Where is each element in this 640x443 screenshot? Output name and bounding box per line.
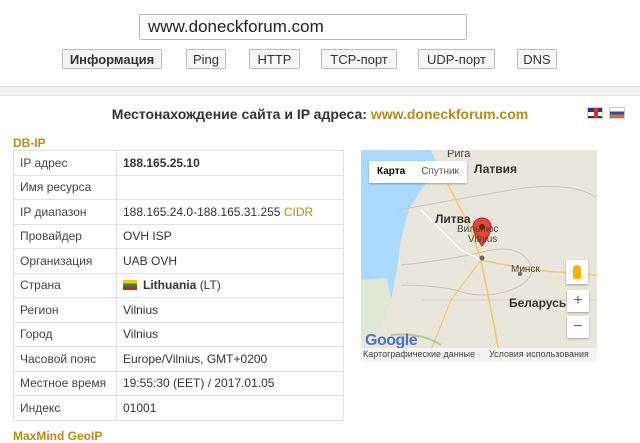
tab-info[interactable]: Информация	[62, 49, 162, 69]
region-value: Vilnius	[116, 297, 344, 323]
table-row: Имя ресурса	[13, 174, 344, 200]
table-row: Часовой пояс Europe/Vilnius, GMT+0200	[13, 346, 344, 372]
row-key: Провайдер	[13, 223, 117, 249]
tab-udp-port[interactable]: UDP-порт	[418, 49, 495, 69]
map-type-switch: Карта Спутник	[369, 161, 467, 183]
top-bar: Информация Ping HTTP TCP-порт UDP-порт D…	[0, 0, 640, 87]
ip-range-cell: 188.165.24.0-188.165.31.255 CIDR	[116, 199, 344, 225]
country-cell: Lithuania (LT)	[116, 272, 344, 298]
map-terms-link[interactable]: Условия использования	[489, 349, 589, 359]
table-row: IP адрес 188.165.25.10	[13, 150, 344, 176]
table-row: Город Vilnius	[13, 321, 344, 347]
row-key: Регион	[13, 297, 117, 323]
ip-range-value: 188.165.24.0-188.165.31.255	[123, 204, 281, 219]
resource-name-value	[116, 174, 344, 200]
table-row: Провайдер OVH ISP	[13, 223, 344, 249]
dbip-table: IP адрес 188.165.25.10 Имя ресурса IP ди…	[13, 150, 344, 421]
lithuania-flag-icon	[123, 280, 137, 291]
zoom-out-button[interactable]: −	[567, 316, 589, 338]
location-section: Местонахождение сайта и IP адреса: www.d…	[0, 95, 640, 443]
russian-flag-icon[interactable]	[609, 107, 625, 119]
map-type-satellite-button[interactable]: Спутник	[413, 161, 467, 183]
tab-bar: Информация Ping HTTP TCP-порт UDP-порт D…	[0, 49, 640, 71]
table-row: Регион Vilnius	[13, 297, 344, 323]
map-data-link[interactable]: Картографические данные	[363, 349, 475, 359]
timezone-value: Europe/Vilnius, GMT+0200	[116, 346, 344, 372]
country-code: (LT)	[199, 278, 221, 293]
map-type-map-button[interactable]: Карта	[369, 161, 413, 183]
ip-address-value: 188.165.25.10	[116, 150, 344, 176]
street-view-pegman-icon[interactable]	[566, 260, 588, 284]
row-key: Местное время	[13, 370, 117, 396]
row-key: Город	[13, 321, 117, 347]
organization-value: UAB OVH	[116, 248, 344, 274]
section-title: Местонахождение сайта и IP адреса: www.d…	[0, 106, 640, 122]
table-row: IP диапазон 188.165.24.0-188.165.31.255 …	[13, 199, 344, 225]
zoom-in-button[interactable]: +	[567, 290, 589, 312]
tab-ping[interactable]: Ping	[186, 49, 226, 69]
city-value: Vilnius	[116, 321, 344, 347]
row-key: Имя ресурса	[13, 174, 117, 200]
row-key: Страна	[13, 272, 117, 298]
cidr-link[interactable]: CIDR	[284, 205, 313, 219]
map-label-latvia: Латвия	[474, 162, 518, 176]
english-flag-icon[interactable]	[587, 107, 603, 119]
row-key: IP адрес	[13, 150, 117, 176]
tab-http[interactable]: HTTP	[249, 49, 300, 69]
tab-tcp-port[interactable]: TCP-порт	[321, 49, 397, 69]
section-title-text: Местонахождение сайта и IP адреса:	[111, 106, 367, 122]
local-time-value: 19:55:30 (EET) / 2017.01.05	[116, 370, 344, 396]
country-value: Lithuania	[143, 278, 197, 293]
table-row: Организация UAB OVH	[13, 248, 344, 274]
map-label-vilnius-en: Vilnius	[468, 234, 498, 245]
table-row: Местное время 19:55:30 (EET) / 2017.01.0…	[13, 370, 344, 396]
row-key: Организация	[13, 248, 117, 274]
row-key: Часовой пояс	[13, 346, 117, 372]
postal-code-value: 01001	[116, 395, 344, 421]
tab-dns[interactable]: DNS	[517, 49, 557, 69]
row-key: IP диапазон	[13, 199, 117, 225]
location-map[interactable]: Карта Спутник Рига Латвия Литва Вильнюс …	[361, 150, 597, 362]
map-label-riga: Рига	[447, 150, 471, 160]
table-row: Страна Lithuania (LT)	[13, 272, 344, 298]
provider-value: OVH ISP	[116, 223, 344, 249]
dbip-label: DB-IP	[13, 136, 46, 150]
map-label-belarus: Беларусь	[509, 296, 567, 310]
map-footer: Картографические данные Условия использо…	[361, 348, 597, 362]
table-row: Индекс 01001	[13, 395, 344, 421]
search-input[interactable]	[139, 14, 467, 40]
section-domain: www.doneckforum.com	[370, 106, 529, 122]
row-key: Индекс	[13, 395, 117, 421]
map-label-minsk: Минск	[511, 264, 540, 275]
